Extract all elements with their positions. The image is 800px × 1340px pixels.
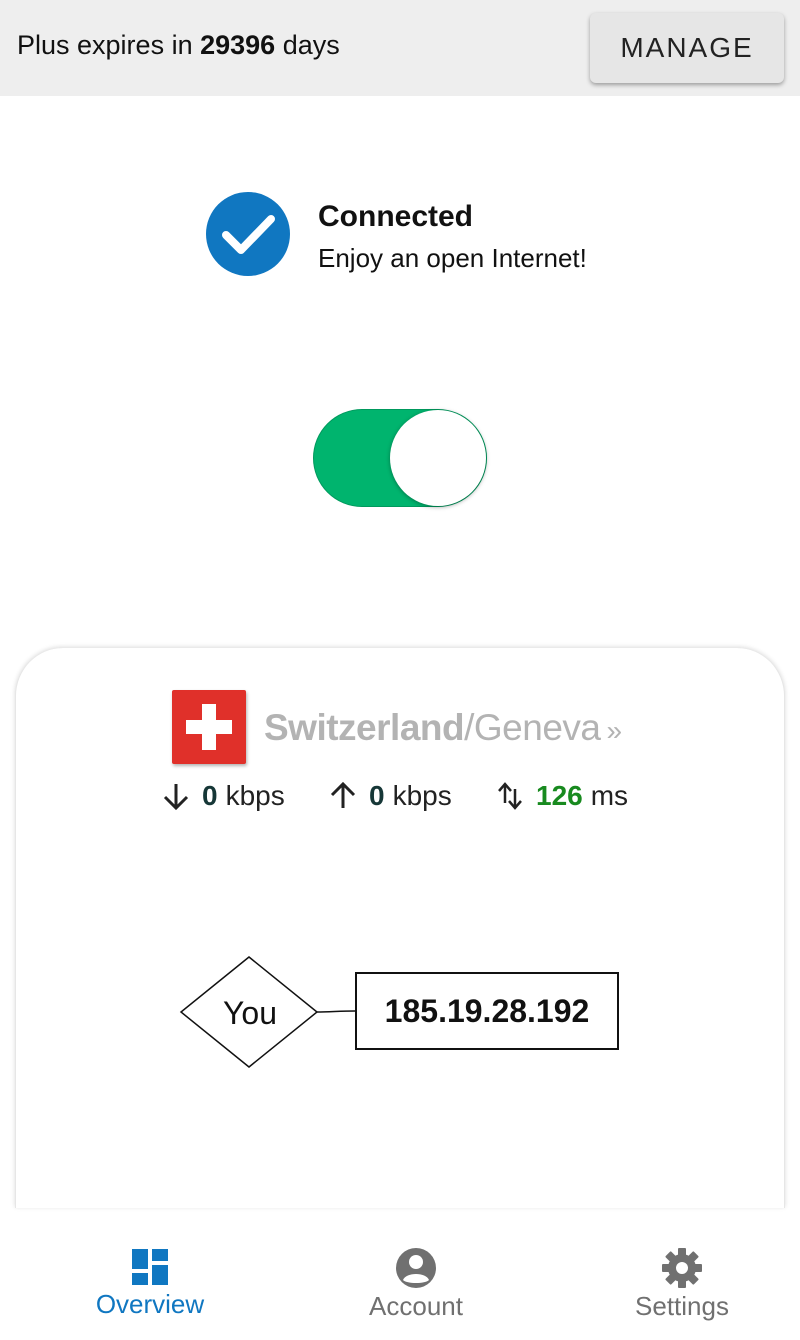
nav-account-label: Account	[369, 1291, 463, 1321]
nav-account[interactable]: Account	[356, 1240, 476, 1322]
nav-overview[interactable]: Overview	[80, 1240, 220, 1320]
nav-overview-label: Overview	[95, 1289, 205, 1319]
dashboard-icon	[132, 1249, 168, 1285]
connector-line	[316, 1010, 356, 1013]
account-circle-icon	[396, 1248, 436, 1288]
nav-settings[interactable]: Settings	[622, 1240, 742, 1322]
ip-address-box: 185.19.28.192	[355, 972, 619, 1050]
you-label: You	[223, 995, 277, 1031]
nav-settings-label: Settings	[635, 1291, 729, 1321]
connection-diagram	[179, 956, 356, 1068]
gear-icon	[662, 1248, 702, 1288]
